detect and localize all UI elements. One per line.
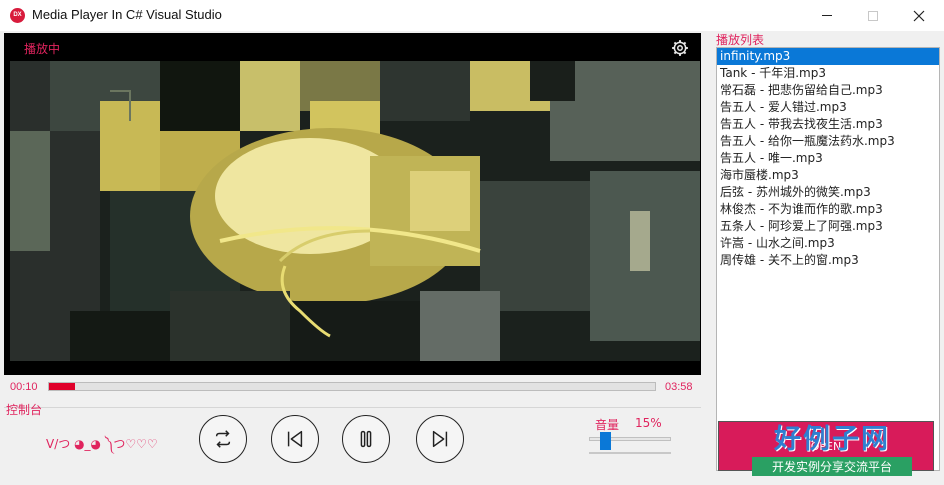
volume-slider-thumb[interactable] (599, 432, 611, 450)
playlist-item[interactable]: 周传雄 - 关不上的窗.mp3 (717, 252, 939, 269)
title-bar[interactable]: DX Media Player In C# Visual Studio (0, 0, 944, 31)
pause-button[interactable] (342, 415, 390, 463)
playlist-item[interactable]: 常石磊 - 把悲伤留给自己.mp3 (717, 82, 939, 99)
playlist-item[interactable]: Tank - 千年泪.mp3 (717, 65, 939, 82)
minimize-button[interactable] (804, 0, 850, 31)
progress-bar[interactable] (48, 382, 656, 391)
repeat-button[interactable] (199, 415, 247, 463)
repeat-icon (215, 430, 231, 448)
previous-button[interactable] (271, 415, 319, 463)
playlist-item[interactable]: 林俊杰 - 不为谁而作的歌.mp3 (717, 201, 939, 218)
video-display[interactable]: 播放中 (4, 33, 701, 375)
playlist-item[interactable]: 五条人 - 阿珍爱上了阿强.mp3 (717, 218, 939, 235)
close-button[interactable] (896, 0, 942, 31)
video-frame-image (10, 61, 700, 361)
playlist-item[interactable]: 后弦 - 苏州城外的微笑.mp3 (717, 184, 939, 201)
previous-icon (287, 430, 303, 448)
video-frame (10, 61, 700, 361)
volume-label: 音量 (595, 418, 620, 432)
playlist-item[interactable]: 告五人 - 给你一瓶魔法药水.mp3 (717, 133, 939, 150)
open-button-label: OPEN (810, 439, 842, 453)
playlist-item[interactable]: 告五人 - 带我去找夜生活.mp3 (717, 116, 939, 133)
next-icon (432, 430, 448, 448)
app-logo-icon: DX (10, 8, 25, 23)
media-player-window: DX Media Player In C# Visual Studio 播放中 (0, 0, 944, 485)
maximize-button[interactable] (850, 0, 896, 31)
control-divider (4, 407, 701, 408)
next-button[interactable] (416, 415, 464, 463)
pause-icon (360, 430, 372, 448)
playlist-item[interactable]: 告五人 - 爱人错过.mp3 (717, 99, 939, 116)
gear-icon[interactable] (671, 39, 689, 57)
emoticon-text: ᐯ/つ ◕_◕ ༽つ♡♡♡ (46, 437, 158, 451)
playing-status-label: 播放中 (24, 42, 61, 56)
maximize-icon (868, 10, 878, 21)
close-icon (913, 10, 925, 21)
progress-fill (49, 383, 76, 390)
volume-value: 15% (635, 416, 662, 430)
console-label: 控制台 (6, 403, 43, 417)
current-time: 00:10 (10, 381, 38, 393)
playlist-item[interactable]: 海市蜃楼.mp3 (717, 167, 939, 184)
minimize-icon (822, 15, 832, 16)
playlist-item[interactable]: infinity.mp3 (717, 48, 939, 65)
open-button[interactable]: OPEN (718, 421, 934, 471)
playlist-listbox[interactable]: infinity.mp3 Tank - 千年泪.mp3 常石磊 - 把悲伤留给自己.… (716, 47, 940, 471)
playlist-item[interactable]: 告五人 - 唯一.mp3 (717, 150, 939, 167)
total-time: 03:58 (665, 381, 693, 393)
volume-slider-baseline (589, 452, 671, 454)
playlist-item[interactable]: 许嵩 - 山水之间.mp3 (717, 235, 939, 252)
playlist-title: 播放列表 (716, 33, 765, 47)
window-title: Media Player In C# Visual Studio (32, 7, 222, 22)
